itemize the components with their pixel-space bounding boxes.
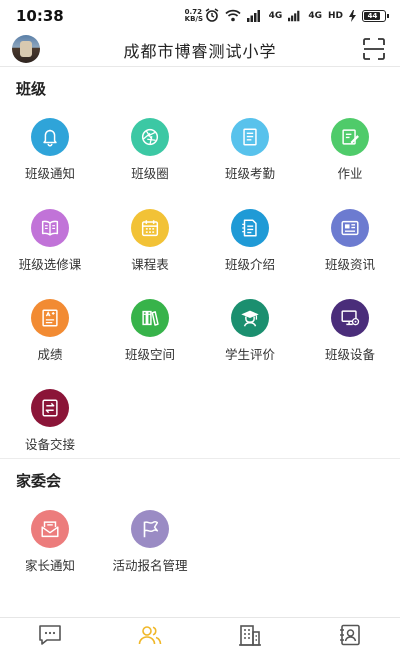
monitor-settings-icon bbox=[331, 299, 369, 337]
battery-level: 44 bbox=[367, 12, 378, 20]
class-feature-item-label: 班级选修课 bbox=[18, 257, 82, 272]
class-feature-item[interactable]: 课程表 bbox=[100, 209, 200, 279]
class-feature-item[interactable]: 作业 bbox=[300, 118, 400, 188]
edit-icon bbox=[331, 118, 369, 156]
news-icon bbox=[331, 209, 369, 247]
class-feature-item[interactable]: 班级空间 bbox=[100, 299, 200, 369]
books-icon bbox=[131, 299, 169, 337]
app-header: 成都市博睿测试小学 bbox=[0, 32, 400, 64]
class-feature-item-label: 作业 bbox=[337, 166, 363, 181]
nav-messages[interactable] bbox=[0, 624, 100, 648]
book-icon bbox=[31, 209, 69, 247]
class-feature-item[interactable]: 班级选修课 bbox=[0, 209, 100, 279]
class-feature-item-label: 班级设备 bbox=[324, 347, 375, 362]
class-feature-item-label: 设备交接 bbox=[24, 437, 75, 452]
class-feature-item[interactable]: 成绩 bbox=[0, 299, 100, 369]
page-title: 成都市博睿测试小学 bbox=[123, 42, 277, 61]
bell-icon bbox=[31, 118, 69, 156]
class-feature-item-label: 班级圈 bbox=[131, 166, 169, 181]
class-feature-item[interactable]: 学生评价 bbox=[200, 299, 300, 369]
status-bar: 10:38 0.72 KB/S 4G 4G HD 44 bbox=[0, 0, 400, 32]
section-divider bbox=[0, 458, 400, 459]
class-feature-item-label: 班级考勤 bbox=[224, 166, 275, 181]
network-speed: 0.72 KB/S bbox=[185, 9, 203, 23]
signal1-label: 4G bbox=[268, 11, 283, 21]
signal2-label: 4G bbox=[308, 11, 322, 21]
envelope-icon bbox=[31, 510, 69, 548]
calendar-icon bbox=[131, 209, 169, 247]
hd-label: HD bbox=[327, 11, 343, 21]
class-feature-item-label: 学生评价 bbox=[224, 347, 275, 362]
class-feature-item-label: 课程表 bbox=[131, 257, 169, 272]
class-feature-item[interactable]: 班级通知 bbox=[0, 118, 100, 188]
wifi-icon bbox=[225, 7, 241, 26]
class-feature-item-label: 班级通知 bbox=[24, 166, 75, 181]
section-title-committee: 家委会 bbox=[16, 472, 62, 490]
class-feature-item[interactable]: 设备交接 bbox=[0, 389, 100, 459]
scan-button[interactable] bbox=[362, 37, 386, 61]
class-feature-item-label: 班级资讯 bbox=[324, 257, 375, 272]
network-speed-unit: KB/S bbox=[184, 15, 204, 23]
class-feature-item-label: 班级介绍 bbox=[224, 257, 275, 272]
class-feature-item[interactable]: 班级考勤 bbox=[200, 118, 300, 188]
score-icon bbox=[31, 299, 69, 337]
section-title-class: 班级 bbox=[16, 80, 47, 98]
message-icon bbox=[39, 625, 61, 645]
class-feature-item-label: 班级空间 bbox=[124, 347, 175, 362]
committee-feature-item[interactable]: 家长通知 bbox=[0, 510, 100, 580]
bottom-nav bbox=[0, 617, 400, 650]
nav-profile[interactable] bbox=[300, 624, 400, 648]
battery-icon: 44 bbox=[362, 10, 389, 22]
class-feature-item[interactable]: 班级介绍 bbox=[200, 209, 300, 279]
charging-icon bbox=[349, 7, 356, 26]
building-icon bbox=[239, 625, 261, 646]
document-icon bbox=[231, 118, 269, 156]
signal-icon bbox=[246, 7, 263, 26]
nav-school[interactable] bbox=[200, 624, 300, 648]
scan-icon bbox=[363, 38, 385, 60]
status-icons: 0.72 KB/S 4G 4G HD 44 bbox=[185, 7, 389, 26]
signal-icon-2 bbox=[288, 7, 302, 26]
flag-icon bbox=[131, 510, 169, 548]
alarm-icon bbox=[205, 7, 219, 26]
class-feature-item-label: 成绩 bbox=[37, 347, 63, 362]
committee-feature-item-label: 家长通知 bbox=[24, 558, 75, 573]
file-icon bbox=[231, 209, 269, 247]
header-divider bbox=[0, 66, 400, 67]
class-feature-item[interactable]: 班级资讯 bbox=[300, 209, 400, 279]
exchange-icon bbox=[31, 389, 69, 427]
class-feature-item[interactable]: 班级圈 bbox=[100, 118, 200, 188]
contact-icon bbox=[340, 624, 360, 646]
graduate-icon bbox=[231, 299, 269, 337]
class-feature-item[interactable]: 班级设备 bbox=[300, 299, 400, 369]
nav-class[interactable] bbox=[100, 624, 200, 648]
aperture-icon bbox=[131, 118, 169, 156]
people-icon bbox=[138, 626, 162, 645]
committee-feature-item[interactable]: 活动报名管理 bbox=[100, 510, 200, 580]
status-time: 10:38 bbox=[16, 7, 64, 25]
committee-feature-item-label: 活动报名管理 bbox=[112, 558, 188, 573]
